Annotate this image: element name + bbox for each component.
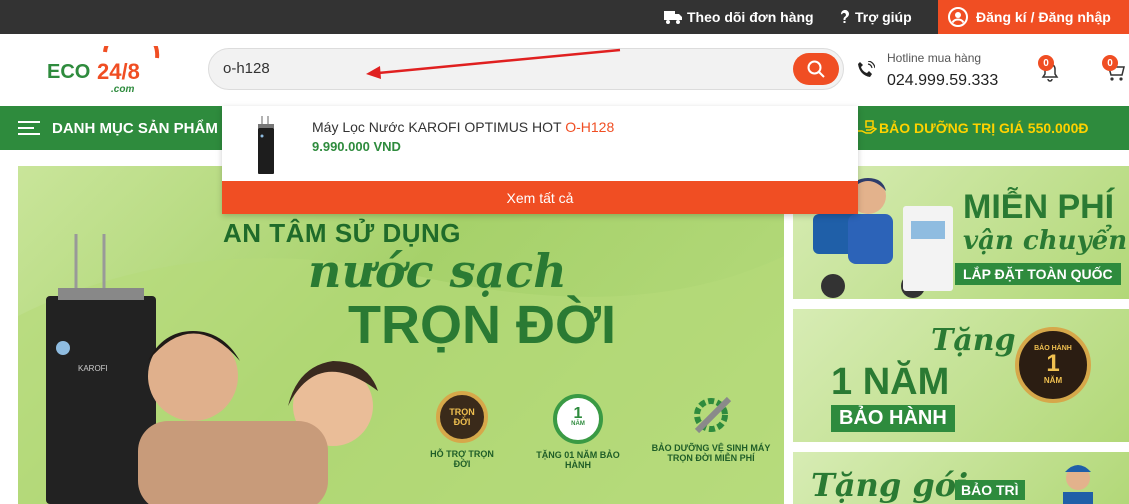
hero-title-line3: TRỌN ĐỜI [348,295,617,355]
logo-domain: .com [111,84,134,95]
logo-text: ECO [47,61,90,83]
suggestion-name-prefix: Máy Lọc Nước KAROFI OPTIMUS HOT [312,119,562,135]
warranty-seal-icon: BẢO HÀNH 1 NĂM [1015,327,1091,403]
search-button[interactable] [793,53,839,85]
category-menu-button[interactable]: DANH MỤC SẢN PHẨM [18,106,218,150]
question-icon [840,10,849,23]
help-link[interactable]: Trợ giúp [840,0,912,34]
hero-badge-maintenance-line1: BẢO DƯỠNG VỆ SINH MÁY [651,443,771,453]
warranty-line2: 1 NĂM [831,361,950,403]
side-banner-maintenance[interactable]: Tặng gói BẢO TRÌ [793,452,1129,504]
gear-wrench-icon [694,396,732,434]
top-bar: Theo dõi đơn hàng Trợ giúp Đăng kí / Đăn… [0,0,1129,34]
warranty-line3: BẢO HÀNH [831,405,955,432]
suggestion-price: 9.990.000 VND [312,139,401,154]
hotline-number[interactable]: 024.999.59.333 [887,72,998,90]
category-menu-label: DANH MỤC SẢN PHẨM [52,119,218,137]
maintenance-line2: BẢO TRÌ [955,480,1025,500]
hero-badge-maintenance: BẢO DƯỠNG VỆ SINH MÁY TRỌN ĐỜI MIỄN PHÍ [646,391,776,463]
hero-title-line2: nước sạch [308,244,567,298]
hamburger-icon [18,121,40,135]
user-circle-icon [948,7,968,27]
warranty-seal-unit: NĂM [1043,376,1063,385]
suggestion-item[interactable]: Máy Lọc Nước KAROFI OPTIMUS HOT O-H128 9… [222,106,858,181]
header: ECO 24/8 .com Hotline mua hàng 024.999.5… [0,34,1129,106]
phone-icon [858,61,875,77]
technician-illustration [1063,465,1093,504]
free-shipping-line2: vận chuyển [963,226,1128,256]
promo-link[interactable]: BẢO DƯỠNG TRỊ GIÁ 550.000Đ [857,106,1089,150]
hotline-label: Hotline mua hàng [887,51,982,65]
account-area: Đăng kí / Đăng nhập [938,0,1129,34]
hero-banner[interactable]: KAROFI AN TÂM SỬ DỤNG nước sạch TRỌN ĐỜI… [18,166,784,504]
side-banner-warranty[interactable]: Tặng 1 NĂM BẢO HÀNH BẢO HÀNH 1 NĂM [793,309,1129,442]
lifetime-medal-icon: TRỌN ĐỜI [436,391,488,443]
warranty-line1: Tặng [931,323,1016,358]
hand-gift-icon [858,120,877,134]
cart-badge: 0 [1102,55,1118,71]
warranty-medal-unit: NĂM [571,421,585,427]
site-logo[interactable]: ECO 24/8 .com [45,46,170,96]
track-order-link[interactable]: Theo dõi đơn hàng [664,0,814,34]
hero-badge-lifetime-label: HỖ TRỢ TRỌN ĐỜI [430,449,494,469]
warranty-medal-number: 1 [573,405,583,422]
hero-badge-lifetime: TRỌN ĐỜI HỖ TRỢ TRỌN ĐỜI [423,391,501,469]
maintenance-line1: Tặng gói [811,466,969,504]
hero-badge-maintenance-line2: TRỌN ĐỜI MIỄN PHÍ [667,453,755,463]
help-label: Trợ giúp [855,9,912,25]
warranty-seal-number: 1 [1046,350,1060,377]
search-box [208,48,844,90]
view-all-button[interactable]: Xem tất cả [222,181,858,214]
promo-label: BẢO DƯỠNG TRỊ GIÁ 550.000Đ [879,120,1089,136]
search-input[interactable] [223,49,783,89]
free-shipping-line1: MIỄN PHÍ [963,188,1115,226]
logo-number: 24/8 [97,59,140,84]
hero-badge-warranty: 1 NĂM TẶNG 01 NĂM BẢO HÀNH [523,394,633,470]
login-link[interactable]: Đăng nhập [1038,9,1110,25]
warranty-medal-icon: 1 NĂM [553,394,603,444]
suggestion-name-highlight: O-H128 [565,119,615,135]
register-link[interactable]: Đăng kí [976,9,1027,25]
free-shipping-line3: LẮP ĐẶT TOÀN QUỐC [955,263,1121,285]
search-icon [807,60,825,78]
hero-product-brand: KAROFI [78,364,108,373]
page: Theo dõi đơn hàng Trợ giúp Đăng kí / Đăn… [0,0,1129,504]
product-thumbnail [258,116,274,174]
truck-icon [664,11,682,24]
notification-badge: 0 [1038,55,1054,71]
track-order-label: Theo dõi đơn hàng [687,9,814,25]
suggestion-name: Máy Lọc Nước KAROFI OPTIMUS HOT O-H128 [312,119,614,135]
account-separator: / [1030,9,1035,25]
search-suggestions: Máy Lọc Nước KAROFI OPTIMUS HOT O-H128 9… [222,106,858,214]
hero-badge-warranty-label: TẶNG 01 NĂM BẢO HÀNH [536,450,620,470]
